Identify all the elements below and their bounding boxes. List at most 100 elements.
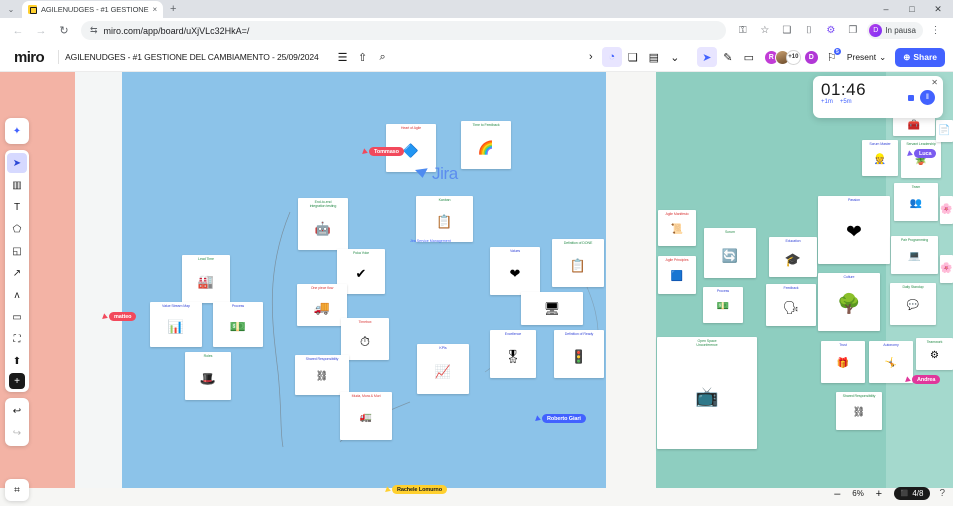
timer-widget[interactable]: ✕ 01:46 +1m +5m ‖: [813, 76, 943, 118]
card-excellence[interactable]: Excellence 🎖: [490, 330, 536, 378]
card-culture[interactable]: Culture 🌳: [818, 273, 880, 331]
text-tool[interactable]: T: [7, 197, 27, 217]
reload-icon[interactable]: ↻: [54, 21, 74, 41]
board-canvas[interactable]: Heart of Agile 🔷 Time to Feedback 🌈 End-to-e…: [0, 72, 953, 506]
board-menu-icon[interactable]: ☰: [333, 47, 353, 67]
avatar-overflow[interactable]: +10: [785, 49, 801, 65]
card-feedback[interactable]: Feedback 🗣: [766, 284, 816, 326]
card-timebox[interactable]: Timebox ⏱: [341, 318, 389, 360]
expand-icon[interactable]: ›: [581, 47, 601, 67]
card-trust[interactable]: Trust 🎁: [821, 341, 865, 383]
back-icon[interactable]: ←: [8, 21, 28, 41]
tab-list-button[interactable]: ⌄: [0, 0, 22, 18]
pen-tool[interactable]: ʌ: [7, 285, 27, 305]
templates-tool[interactable]: ▥: [7, 175, 27, 195]
card-scrum[interactable]: Scrum 🔄: [704, 228, 756, 278]
card-agile-manifesto[interactable]: Agile Manifesto 📜: [658, 210, 696, 246]
timer-stop-button[interactable]: [908, 94, 914, 101]
card-presentation[interactable]: 🖥: [521, 292, 583, 325]
upload-tool[interactable]: ⬆: [7, 351, 27, 371]
card-agile-principles[interactable]: Agile Principles 🟦: [658, 256, 696, 294]
card-retro[interactable]: 📄: [936, 120, 953, 142]
share-button[interactable]: ⊕ Share: [895, 47, 945, 67]
card-teamwork[interactable]: Teamwork ⚙: [916, 338, 953, 370]
sticky-note-tool[interactable]: ◱: [7, 241, 27, 261]
card-team[interactable]: Team 👥: [894, 183, 938, 221]
card-lead-time[interactable]: Lead Time 🏭: [182, 255, 230, 303]
card-kit[interactable]: 🧰: [893, 116, 935, 136]
bookmark-star-icon[interactable]: ☆: [755, 21, 774, 40]
key-icon[interactable]: ⚿: [733, 21, 752, 40]
pen-icon[interactable]: ✎: [718, 47, 738, 67]
timer-add-1m-button[interactable]: +1m: [821, 99, 833, 105]
screen-share-icon[interactable]: ❑: [623, 47, 643, 67]
address-bar[interactable]: ⇆ miro.com/app/board/uXjVLc32HkA=/: [81, 21, 727, 40]
more-apps-tool[interactable]: +: [9, 373, 25, 389]
timer-pause-button[interactable]: ‖: [920, 90, 935, 105]
card-values[interactable]: Values ❤: [490, 247, 540, 295]
card-definition-of-done[interactable]: Definition of DONE 📋: [552, 239, 604, 287]
arrow-tool[interactable]: ↗: [7, 263, 27, 283]
card-process-right[interactable]: Process 💵: [703, 287, 743, 323]
card-one-piece-flow[interactable]: One piece flow 🚚: [297, 284, 347, 326]
card-definition-of-ready[interactable]: Definition of Ready 🚦: [554, 330, 604, 378]
comment-tool[interactable]: ▭: [7, 307, 27, 327]
card-shared-responsibility-right[interactable]: Shared Responsibility ⛓: [836, 392, 882, 430]
select-tool[interactable]: ➤: [7, 153, 27, 173]
zoom-level[interactable]: 6%: [852, 489, 864, 498]
chrome-menu-icon[interactable]: ⋮: [926, 21, 945, 40]
card-servant-leadership[interactable]: Servant Leadership 🪴: [901, 140, 941, 178]
timer-close-icon[interactable]: ✕: [931, 78, 938, 87]
card-edge-right[interactable]: 🌸: [940, 196, 953, 224]
card-daily-standup[interactable]: Daily Standup 💬: [890, 283, 936, 325]
sync-icon[interactable]: ❐: [843, 21, 862, 40]
card-muda-mura-muri[interactable]: Muda, Mura & Muri 🚛: [340, 392, 392, 440]
card-kpis[interactable]: KPIs 📈: [417, 344, 469, 394]
card-shared-responsibility-left[interactable]: Shared Responsibility ⛓: [295, 355, 349, 395]
card-kanban[interactable]: Kanban 📋: [416, 196, 473, 242]
close-icon[interactable]: ×: [153, 5, 158, 14]
avatar-stack[interactable]: R +10 D: [763, 49, 819, 65]
gem-icon[interactable]: ⚙: [821, 21, 840, 40]
undo-button[interactable]: ↩: [7, 401, 27, 421]
avatar-d[interactable]: D: [803, 49, 819, 65]
card-end-to-end-testing[interactable]: End-to-end integration testing 🤖: [298, 198, 348, 250]
cursor-share-icon[interactable]: ➤: [696, 47, 717, 67]
ai-tool[interactable]: ✦: [7, 121, 27, 141]
minimize-icon[interactable]: –: [873, 0, 899, 18]
card-process[interactable]: Process 💵: [213, 302, 263, 347]
present-button[interactable]: Present ⌄: [842, 52, 891, 63]
split-screen-icon[interactable]: ⌷: [799, 21, 818, 40]
frame-navigator[interactable]: ⬛ 4/8: [893, 487, 931, 500]
card-value-stream-map[interactable]: Value Stream Map 📊: [150, 302, 202, 347]
grid-tool-button[interactable]: ⌗: [5, 479, 29, 501]
forward-icon[interactable]: →: [31, 21, 51, 41]
shapes-tool[interactable]: ⬠: [7, 219, 27, 239]
zoom-out-button[interactable]: –: [831, 488, 843, 500]
search-icon[interactable]: ⌕: [373, 47, 393, 67]
more-tools-icon[interactable]: ⌄: [665, 47, 685, 67]
help-icon[interactable]: ?: [939, 488, 945, 499]
extensions-icon[interactable]: ❑: [777, 21, 796, 40]
window-close-icon[interactable]: ✕: [925, 0, 951, 18]
zoom-in-button[interactable]: +: [873, 488, 885, 500]
site-info-icon[interactable]: ⇆: [90, 25, 98, 36]
card-pair-programming[interactable]: Pair Programming 💻: [891, 236, 938, 274]
export-icon[interactable]: ⇧: [353, 47, 373, 67]
card-open-space[interactable]: Open Space Unconference 📺: [657, 337, 757, 449]
card-passion[interactable]: Passion ❤: [818, 196, 890, 264]
notes-icon[interactable]: ▤: [644, 47, 664, 67]
card-roles[interactable]: Roles 🎩: [185, 352, 231, 400]
browser-tab[interactable]: AGILENUDGES - #1 GESTIONE ×: [22, 1, 164, 18]
card-education[interactable]: Education 🎓: [769, 237, 817, 277]
card-edge-right2[interactable]: 🌸: [940, 255, 953, 283]
redo-button[interactable]: ↪: [7, 423, 27, 443]
new-tab-button[interactable]: +: [163, 0, 183, 18]
timer-add-5m-button[interactable]: +5m: [840, 99, 852, 105]
notifications-button[interactable]: ⚐ 5: [822, 47, 842, 67]
card-time-to-feedback[interactable]: Time to Feedback 🌈: [461, 121, 511, 169]
profile-button[interactable]: D In pausa: [867, 22, 923, 39]
timer-icon[interactable]: ◔: [601, 47, 622, 67]
miro-logo[interactable]: miro: [8, 49, 52, 66]
maximize-icon[interactable]: □: [899, 0, 925, 18]
